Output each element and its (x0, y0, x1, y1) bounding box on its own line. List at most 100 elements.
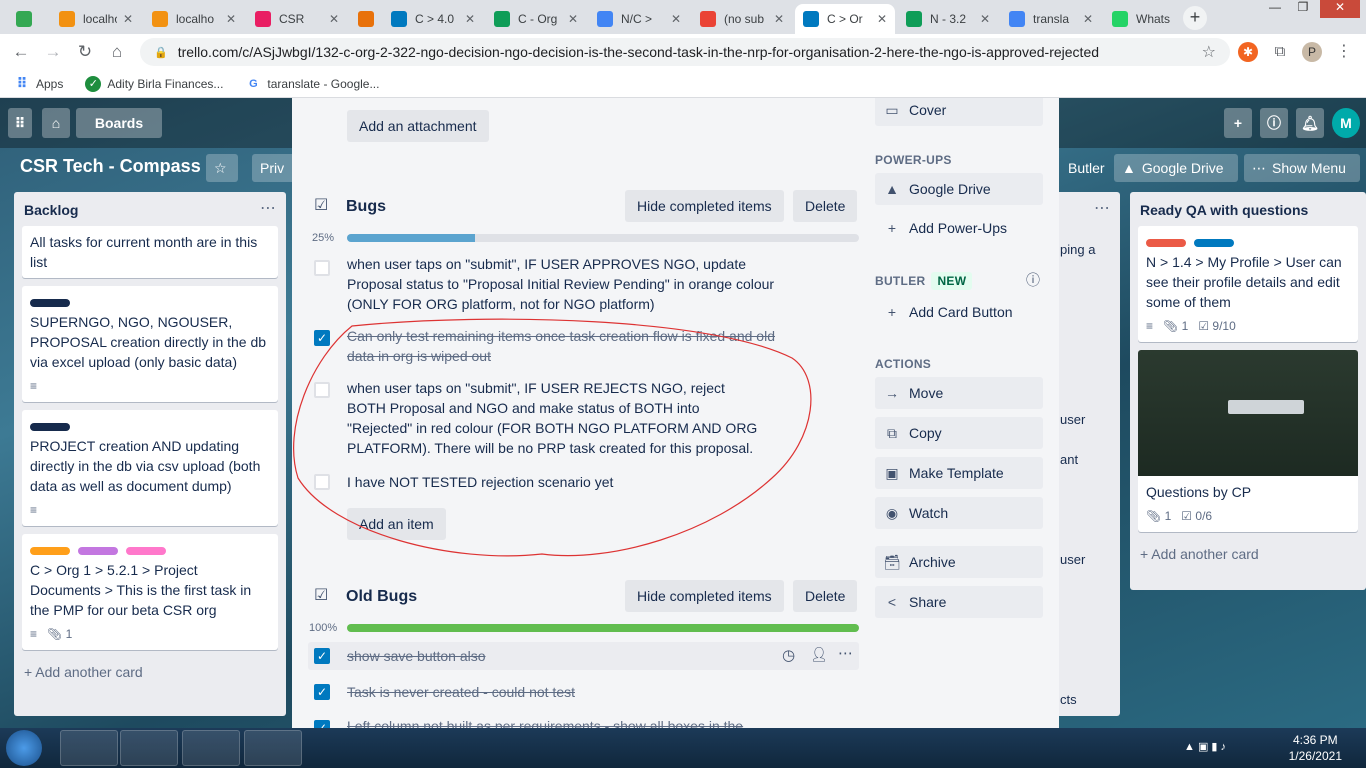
cover-button[interactable]: ▭ Cover (875, 98, 1043, 126)
list-menu-icon[interactable]: ⋯ (260, 198, 276, 218)
apps-menu-icon[interactable]: ⠿ (8, 108, 32, 138)
hide-completed-button[interactable]: Hide completed items (625, 190, 784, 222)
list-card[interactable]: SUPERNGO, NGO, NGOUSER, PROPOSAL creatio… (22, 286, 278, 402)
add-powerups-button[interactable]: + Add Power-Ups (875, 220, 1007, 236)
share-button[interactable]: < Share (875, 586, 1043, 618)
bookmark-translate[interactable]: G taranslate - Google... (245, 76, 379, 92)
checklist-checkbox[interactable]: ✓ (314, 720, 330, 728)
info-icon[interactable]: ⓘ (1026, 270, 1040, 290)
checklist-title[interactable]: Bugs (346, 198, 386, 216)
extension-icon[interactable]: ✱ (1238, 42, 1258, 62)
browser-tab[interactable] (350, 4, 380, 34)
list-card[interactable]: C > Org 1 > 5.2.1 > Project Documents > … (22, 534, 278, 650)
checklist-item[interactable]: Left column not built as per requirement… (347, 716, 743, 728)
list-card[interactable]: Questions by CP 📎︎ 1 ☑ 0/6 (1138, 350, 1358, 532)
tally-icon[interactable] (182, 730, 240, 766)
list-title[interactable]: Ready QA with questions (1130, 192, 1366, 226)
browser-tab[interactable]: localho ✕ (51, 4, 141, 34)
hide-completed-button[interactable]: Hide completed items (625, 580, 784, 612)
star-board-icon[interactable]: ☆ (206, 154, 238, 182)
browser-tab[interactable] (8, 4, 48, 34)
create-icon[interactable]: + (1224, 108, 1252, 138)
system-clock[interactable]: 4:36 PM 1/26/2021 (1289, 732, 1342, 764)
list-title[interactable]: Backlog (14, 192, 286, 226)
google-drive-powerup-button[interactable]: ▲ Google Drive (875, 173, 1043, 205)
add-card-button[interactable]: + Add another card (14, 658, 286, 686)
bookmark-star-icon[interactable]: ☆ (1202, 42, 1216, 62)
profile-avatar[interactable]: P (1302, 42, 1322, 62)
checklist-checkbox[interactable]: ✓ (314, 648, 330, 664)
close-tab-icon[interactable]: ✕ (774, 12, 784, 26)
close-tab-icon[interactable]: ✕ (123, 12, 133, 26)
more-icon[interactable]: ⋯ (838, 644, 853, 662)
browser-tab[interactable]: localho ✕ (144, 4, 244, 34)
checklist-item[interactable]: show save button also (347, 646, 486, 666)
google-drive-button[interactable]: ▲ Google Drive (1114, 154, 1238, 182)
list-card[interactable]: N > 1.4 > My Profile > User can see thei… (1138, 226, 1358, 342)
make-template-button[interactable]: ▣ Make Template (875, 457, 1043, 489)
close-window-button[interactable]: ✕ (1320, 0, 1360, 18)
browser-tab[interactable]: (no sub ✕ (692, 4, 792, 34)
browser-tab[interactable]: C > 4.0 ✕ (383, 4, 483, 34)
home-icon[interactable]: ⌂ (104, 39, 130, 65)
board-title[interactable]: CSR Tech - Compass (20, 156, 201, 177)
close-tab-icon[interactable]: ✕ (671, 12, 681, 26)
delete-checklist-button[interactable]: Delete (793, 580, 858, 612)
add-card-button-button[interactable]: + Add Card Button (875, 304, 1013, 320)
list-menu-icon[interactable]: ⋯ (1094, 198, 1110, 218)
close-tab-icon[interactable]: ✕ (226, 12, 236, 26)
copy-button[interactable]: ⧉ Copy (875, 417, 1043, 449)
home-icon[interactable]: ⌂ (42, 108, 70, 138)
browser-tab[interactable]: C - Org ✕ (486, 4, 586, 34)
assign-member-icon[interactable]: 👤︎ (810, 646, 828, 663)
close-tab-icon[interactable]: ✕ (329, 12, 339, 26)
puzzle-icon[interactable]: ⧉ (1270, 42, 1290, 62)
maximize-button[interactable]: ❐ (1290, 0, 1316, 18)
close-tab-icon[interactable]: ✕ (1083, 12, 1093, 26)
more-icon: ⋯ (1252, 159, 1266, 176)
checklist-checkbox[interactable]: ✓ (314, 684, 330, 700)
browser-tab[interactable]: C > Or ✕ (795, 4, 895, 34)
archive-button[interactable]: 🗃︎ Archive (875, 546, 1043, 578)
delete-checklist-button[interactable]: Delete (793, 190, 858, 222)
forward-icon[interactable]: → (40, 39, 66, 65)
add-attachment-button[interactable]: Add an attachment (347, 110, 489, 142)
start-button[interactable] (6, 730, 42, 766)
list-card[interactable]: All tasks for current month are in this … (22, 226, 278, 278)
notifications-icon[interactable]: 🔔︎ (1296, 108, 1324, 138)
browser-tab[interactable]: transla ✕ (1001, 4, 1101, 34)
watch-button[interactable]: ◉ Watch (875, 497, 1043, 529)
back-icon[interactable]: ← (8, 39, 34, 65)
browser-tab[interactable]: N/C > ✕ (589, 4, 689, 34)
checklist-checkbox[interactable] (314, 260, 330, 276)
paint-icon[interactable] (244, 730, 302, 766)
close-tab-icon[interactable]: ✕ (568, 12, 578, 26)
checklist-title[interactable]: Old Bugs (346, 588, 417, 606)
browser-tab[interactable]: N - 3.2 ✕ (898, 4, 998, 34)
browser-tab[interactable]: CSR ✕ (247, 4, 347, 34)
tray-icons[interactable]: ▲ ▣ ▮ ♪ (1184, 740, 1226, 753)
close-tab-icon[interactable]: ✕ (980, 12, 990, 26)
address-bar[interactable]: 🔒 trello.com/c/ASjJwbgI/132-c-org-2-322-… (140, 38, 1230, 66)
user-avatar[interactable]: M (1332, 108, 1360, 138)
close-tab-icon[interactable]: ✕ (465, 12, 475, 26)
reload-icon[interactable]: ↻ (72, 39, 98, 65)
minimize-button[interactable]: — (1262, 0, 1288, 18)
show-menu-button[interactable]: ⋯ Show Menu (1244, 154, 1360, 182)
move-button[interactable]: → Move (875, 377, 1043, 409)
butler-button[interactable]: Butler (1060, 154, 1110, 182)
bookmark-aditya-birla[interactable]: ✓ Adity Birla Finances... (85, 75, 223, 92)
chrome-icon[interactable] (120, 730, 178, 766)
info-icon[interactable]: ⓘ (1260, 108, 1288, 138)
checklist-item[interactable]: Task is never created - could not test (347, 682, 575, 702)
new-tab-button[interactable]: + (1183, 6, 1207, 30)
checklist-item[interactable]: when user taps on "submit", IF USER APPR… (347, 254, 787, 314)
add-card-button[interactable]: + Add another card (1130, 540, 1366, 568)
close-tab-icon[interactable]: ✕ (877, 12, 887, 26)
boards-button[interactable]: Boards (76, 108, 162, 138)
menu-dots-icon[interactable]: ⋮ (1334, 42, 1354, 62)
file-explorer-icon[interactable] (60, 730, 118, 766)
bookmark-apps[interactable]: ⠿ Apps (14, 75, 64, 92)
list-card[interactable]: PROJECT creation AND updating directly i… (22, 410, 278, 526)
clock-icon[interactable]: ◷ (782, 646, 795, 664)
